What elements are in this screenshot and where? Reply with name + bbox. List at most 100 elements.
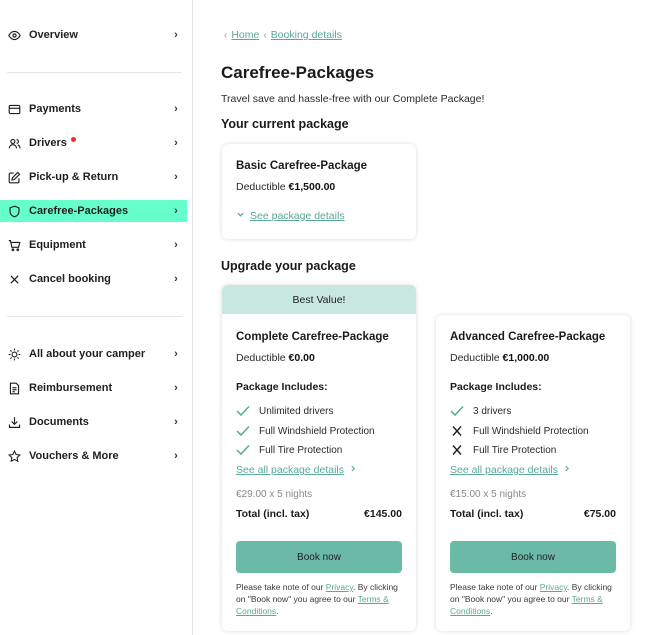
deductible-value: €1,500.00 bbox=[288, 181, 336, 193]
chevron-left-icon: ‹ bbox=[224, 29, 228, 41]
chevron-down-icon bbox=[236, 210, 245, 222]
feature-item: Full Tire Protection bbox=[450, 444, 556, 456]
sidebar-item-overview[interactable]: Overview › bbox=[0, 24, 187, 46]
x-icon bbox=[450, 425, 466, 437]
sidebar-item-equipment[interactable]: Equipment › bbox=[0, 234, 187, 256]
deductible-label: Deductible bbox=[450, 352, 500, 364]
sidebar-item-label: Pick-up & Return bbox=[29, 171, 119, 183]
deductible-value: €1,000.00 bbox=[502, 352, 550, 364]
sidebar-item-label: Overview bbox=[29, 29, 78, 41]
sidebar-item-vouchers[interactable]: Vouchers & More › bbox=[0, 445, 187, 467]
sidebar-item-label: All about your camper bbox=[29, 348, 146, 360]
eye-icon bbox=[7, 28, 21, 42]
sidebar-item-label: Cancel booking bbox=[29, 273, 111, 285]
receipt-icon bbox=[7, 381, 21, 395]
chevron-right-icon: › bbox=[174, 416, 178, 428]
star-icon bbox=[7, 449, 21, 463]
sidebar-item-cancel-booking[interactable]: Cancel booking › bbox=[0, 268, 187, 290]
sidebar-item-payments[interactable]: Payments › bbox=[0, 98, 187, 120]
chevron-right-icon: › bbox=[174, 273, 178, 285]
feature-item: Full Tire Protection bbox=[236, 444, 342, 456]
chevron-right-icon: › bbox=[174, 103, 178, 115]
total-value: €145.00 bbox=[364, 508, 402, 520]
sidebar-item-label: Documents bbox=[29, 416, 89, 428]
current-package-name: Basic Carefree-Package bbox=[236, 160, 368, 172]
chevron-right-icon: › bbox=[174, 29, 178, 41]
breadcrumb: ‹ Home ‹ Booking details bbox=[224, 29, 342, 41]
total-label: Total (incl. tax) bbox=[236, 508, 310, 520]
sun-icon bbox=[7, 347, 21, 361]
privacy-link[interactable]: Privacy bbox=[326, 582, 353, 592]
download-icon bbox=[7, 415, 21, 429]
see-all-package-details-link[interactable]: See all package details bbox=[236, 464, 357, 476]
sidebar-item-label: Vouchers & More bbox=[29, 450, 119, 462]
feature-item: Full Windshield Protection bbox=[450, 425, 589, 437]
feature-label: Full Windshield Protection bbox=[259, 425, 375, 437]
chevron-right-icon: › bbox=[174, 348, 178, 360]
chevron-right-icon: › bbox=[174, 382, 178, 394]
cart-icon bbox=[7, 238, 21, 252]
deductible-value: €0.00 bbox=[288, 352, 315, 364]
chevron-right-icon: › bbox=[174, 239, 178, 251]
package-deductible: Deductible €0.00 bbox=[236, 352, 315, 364]
feature-label: 3 drivers bbox=[473, 405, 512, 417]
package-includes-title: Package Includes: bbox=[236, 381, 328, 393]
see-all-package-details-label[interactable]: See all package details bbox=[236, 464, 344, 476]
page-subtitle: Travel save and hassle-free with our Com… bbox=[221, 93, 485, 105]
note-text: . bbox=[276, 606, 279, 616]
total-value: €75.00 bbox=[583, 508, 616, 520]
package-name: Advanced Carefree-Package bbox=[450, 331, 606, 343]
check-icon bbox=[236, 405, 252, 417]
total-label: Total (incl. tax) bbox=[450, 508, 524, 520]
deductible-label: Deductible bbox=[236, 352, 286, 364]
feature-label: Unlimited drivers bbox=[259, 405, 334, 417]
privacy-link[interactable]: Privacy bbox=[540, 582, 567, 592]
sidebar-item-label: Reimbursement bbox=[29, 382, 113, 394]
feature-item: Unlimited drivers bbox=[236, 405, 333, 417]
feature-label: Full Tire Protection bbox=[259, 444, 343, 456]
package-name: Complete Carefree-Package bbox=[236, 331, 389, 343]
current-package-deductible: Deductible €1,500.00 bbox=[236, 181, 335, 193]
check-icon bbox=[236, 425, 252, 437]
sidebar-item-label: Equipment bbox=[29, 239, 86, 251]
booking-note: Please take note of our Privacy. By clic… bbox=[450, 581, 618, 617]
chevron-right-icon bbox=[349, 464, 357, 476]
chevron-right-icon: › bbox=[174, 205, 178, 217]
note-text: Please take note of our bbox=[450, 582, 540, 592]
sidebar-item-drivers[interactable]: Drivers › bbox=[0, 132, 187, 154]
price-per-night: €15.00 x 5 nights bbox=[450, 489, 527, 500]
chevron-right-icon bbox=[563, 464, 571, 476]
current-package-card: Basic Carefree-Package Deductible €1,500… bbox=[222, 144, 416, 239]
book-now-button[interactable]: Book now bbox=[236, 541, 402, 573]
note-text: . bbox=[490, 606, 493, 616]
total-row: Total (incl. tax) €145.00 bbox=[236, 508, 402, 520]
chevron-right-icon: › bbox=[174, 137, 178, 149]
see-all-package-details-link[interactable]: See all package details bbox=[450, 464, 571, 476]
see-package-details-label[interactable]: See package details bbox=[250, 210, 345, 222]
users-icon bbox=[7, 136, 21, 150]
see-package-details-link[interactable]: See package details bbox=[236, 210, 345, 222]
best-value-badge: Best Value! bbox=[222, 285, 416, 314]
sidebar-divider bbox=[7, 316, 182, 317]
sidebar: Overview › Payments › Drivers › Pick-up … bbox=[0, 0, 193, 635]
sidebar-divider bbox=[7, 72, 182, 73]
check-icon bbox=[450, 405, 466, 417]
note-text: Please take note of our bbox=[236, 582, 326, 592]
sidebar-item-reimbursement[interactable]: Reimbursement › bbox=[0, 377, 187, 399]
sidebar-item-carefree-packages[interactable]: Carefree-Packages › bbox=[0, 200, 187, 222]
sidebar-item-pickup-return[interactable]: Pick-up & Return › bbox=[0, 166, 187, 188]
feature-label: Full Tire Protection bbox=[473, 444, 557, 456]
edit-icon bbox=[7, 170, 21, 184]
sidebar-item-all-about-camper[interactable]: All about your camper › bbox=[0, 343, 187, 365]
sidebar-item-documents[interactable]: Documents › bbox=[0, 411, 187, 433]
booking-note: Please take note of our Privacy. By clic… bbox=[236, 581, 404, 617]
see-all-package-details-label[interactable]: See all package details bbox=[450, 464, 558, 476]
book-now-button[interactable]: Book now bbox=[450, 541, 616, 573]
feature-item: 3 drivers bbox=[450, 405, 511, 417]
breadcrumb-home[interactable]: Home bbox=[231, 29, 259, 41]
close-icon bbox=[7, 272, 21, 286]
breadcrumb-booking-details[interactable]: Booking details bbox=[271, 29, 342, 41]
page-title: Carefree-Packages bbox=[221, 63, 375, 82]
feature-item: Full Windshield Protection bbox=[236, 425, 375, 437]
sidebar-item-label: Carefree-Packages bbox=[29, 205, 129, 217]
